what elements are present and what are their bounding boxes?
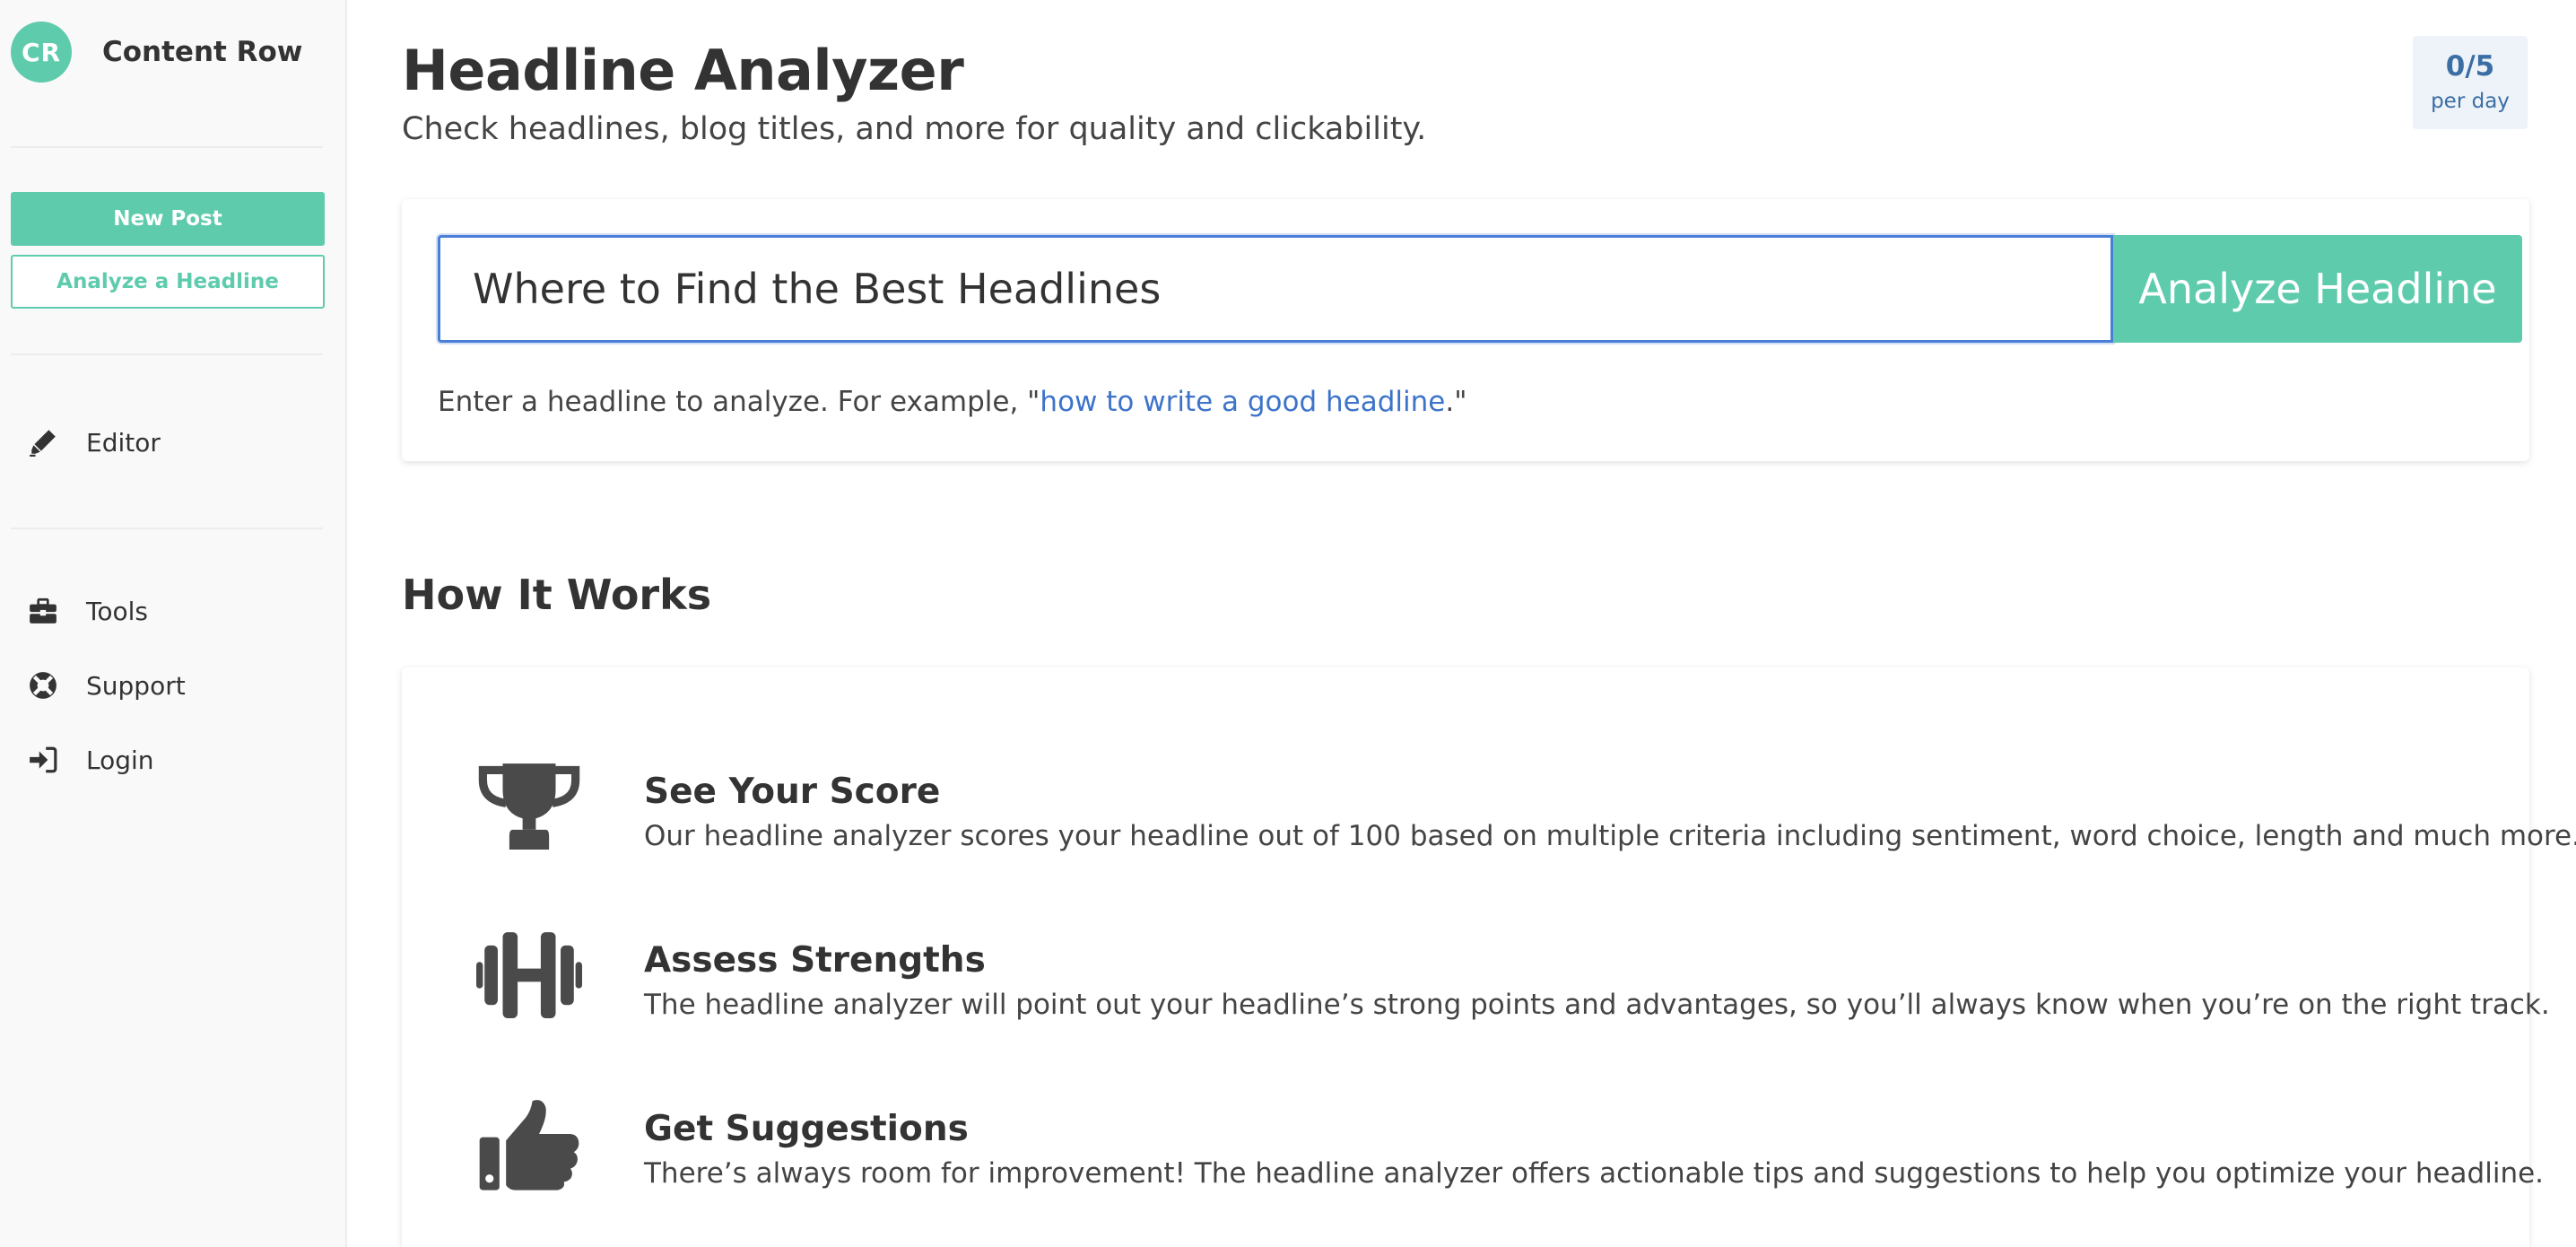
feature-title: See Your Score <box>644 772 941 812</box>
feature-item: Assess Strengths The headline analyzer w… <box>402 892 2550 1026</box>
sidebar-divider <box>11 146 323 148</box>
feature-item: Get Suggestions There’s always room for … <box>402 1060 2544 1195</box>
feature-title: Get Suggestions <box>644 1109 969 1149</box>
sidebar-item-tools[interactable]: Tools <box>27 589 148 633</box>
example-headline-link[interactable]: how to write a good headline <box>1040 386 1445 418</box>
headline-input[interactable] <box>438 235 2113 343</box>
brand-name: Content Row <box>102 36 303 68</box>
pencil-icon <box>27 426 59 458</box>
sidebar-item-label: Editor <box>86 427 161 458</box>
sidebar-item-label: Login <box>86 745 154 775</box>
quota-label: per day <box>2431 90 2510 113</box>
sidebar-divider <box>11 353 323 355</box>
new-post-button[interactable]: New Post <box>11 192 325 246</box>
trophy-icon <box>474 757 585 856</box>
lifebuoy-icon <box>27 669 59 702</box>
analyze-headline-button[interactable]: Analyze Headline <box>2113 235 2522 343</box>
feature-description: The headline analyzer will point out you… <box>644 989 2550 1021</box>
analyze-headline-sidebar-button[interactable]: Analyze a Headline <box>11 255 325 309</box>
dumbbell-icon <box>474 926 585 1025</box>
daily-quota-badge: 0/5 per day <box>2413 36 2528 129</box>
sidebar-item-editor[interactable]: Editor <box>27 420 161 465</box>
sidebar-item-label: Tools <box>86 596 148 626</box>
feature-item: See Your Score Our headline analyzer sco… <box>402 723 2576 858</box>
feature-title: Assess Strengths <box>644 940 986 981</box>
feature-description: Our headline analyzer scores your headli… <box>644 820 2576 852</box>
brand-logo: CR <box>11 22 72 83</box>
sidebar: CR Content Row New Post Analyze a Headli… <box>0 0 347 1247</box>
feature-description: There’s always room for improvement! The… <box>644 1157 2545 1190</box>
page-title: Headline Analyzer <box>402 38 964 103</box>
input-hint: Enter a headline to analyze. For example… <box>438 386 1466 418</box>
thumbs-up-icon <box>474 1094 585 1193</box>
sidebar-divider <box>11 528 323 529</box>
sidebar-item-label: Support <box>86 670 186 701</box>
brand[interactable]: CR Content Row <box>11 22 302 83</box>
toolbox-icon <box>27 595 59 627</box>
hint-suffix: ." <box>1445 386 1467 418</box>
sidebar-item-login[interactable]: Login <box>27 737 154 782</box>
analyzer-card: Analyze Headline Enter a headline to ana… <box>402 199 2529 461</box>
hint-prefix: Enter a headline to analyze. For example… <box>438 386 1040 418</box>
page-subtitle: Check headlines, blog titles, and more f… <box>402 111 1427 147</box>
how-it-works-card: See Your Score Our headline analyzer sco… <box>402 667 2576 1247</box>
sidebar-item-support[interactable]: Support <box>27 663 186 708</box>
quota-count: 0/5 <box>2445 50 2495 83</box>
sign-in-icon <box>27 744 59 776</box>
main-content: Headline Analyzer Check headlines, blog … <box>348 0 2576 1247</box>
how-it-works-title: How It Works <box>402 571 712 619</box>
